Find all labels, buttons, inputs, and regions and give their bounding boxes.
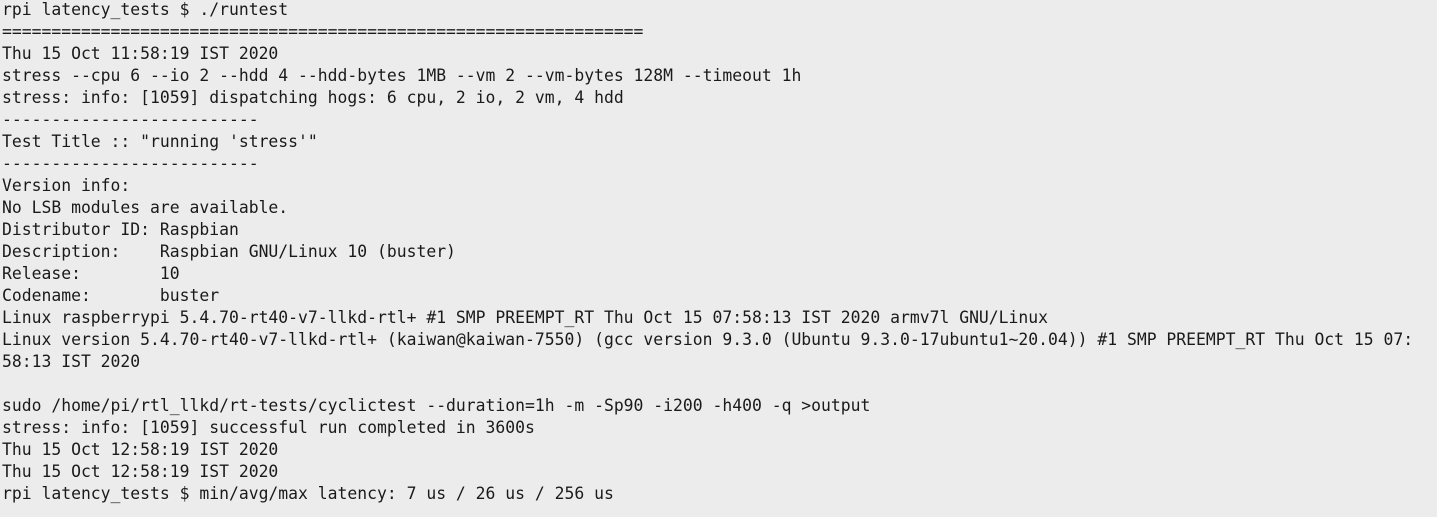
terminal-line-cyclictest-command: sudo /home/pi/rtl_llkd/rt-tests/cyclicte…: [2, 396, 871, 415]
terminal-line-version-info: Version info:: [2, 176, 131, 195]
terminal-line-codename: Codename: buster: [2, 286, 220, 305]
terminal-line-description: Description: Raspbian GNU/Linux 10 (bust…: [2, 242, 456, 261]
terminal-line-prompt-runtest: rpi latency_tests $ ./runtest: [2, 0, 289, 19]
terminal-line-uname: Linux raspberrypi 5.4.70-rt40-v7-llkd-rt…: [2, 308, 1049, 327]
terminal-line-stress-dispatch: stress: info: [1059] dispatching hogs: 6…: [2, 88, 624, 107]
terminal-line-prompt-latency: rpi latency_tests $ min/avg/max latency:…: [2, 484, 614, 503]
terminal-line-separator-dash-1: --------------------------: [2, 110, 259, 129]
terminal-line-start-date: Thu 15 Oct 11:58:19 IST 2020: [2, 44, 279, 63]
terminal-line-kernel-version-wrap: 58:13 IST 2020: [2, 352, 141, 371]
terminal-line-distributor-id: Distributor ID: Raspbian: [2, 220, 239, 239]
terminal-line-release: Release: 10: [2, 264, 180, 283]
terminal-line-test-title: Test Title :: "running 'stress'": [2, 132, 318, 151]
terminal-line-stress-complete: stress: info: [1059] successful run comp…: [2, 418, 535, 437]
terminal-line-lsb-modules: No LSB modules are available.: [2, 198, 289, 217]
terminal-line-stress-command: stress --cpu 6 --io 2 --hdd 4 --hdd-byte…: [2, 66, 802, 85]
terminal-line-end-date-2: Thu 15 Oct 12:58:19 IST 2020: [2, 462, 279, 481]
terminal-line-separator-equals: ========================================…: [2, 22, 644, 41]
terminal-line-end-date-1: Thu 15 Oct 12:58:19 IST 2020: [2, 440, 279, 459]
terminal-line-kernel-version: Linux version 5.4.70-rt40-v7-llkd-rtl+ (…: [2, 330, 1414, 349]
terminal-window[interactable]: rpi latency_tests $ ./runtest ==========…: [0, 0, 1437, 516]
terminal-line-separator-dash-2: --------------------------: [2, 154, 259, 173]
